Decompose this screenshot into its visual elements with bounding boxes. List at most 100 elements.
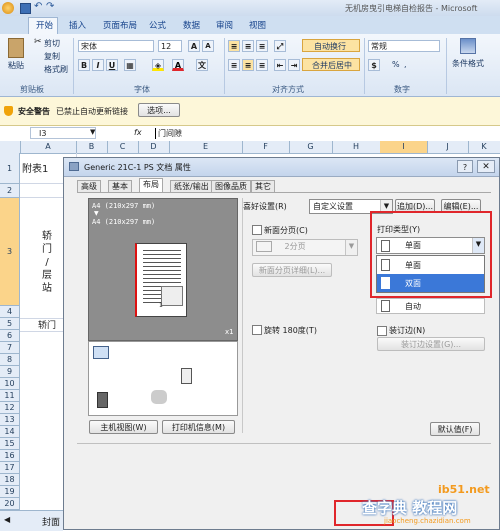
title-bar: ↶ ↷ 无机房曳引电梯自检报告 - Microsoft [0,0,500,16]
name-box[interactable]: I3 [30,127,96,139]
column-header[interactable]: H [332,141,381,153]
cell-a3[interactable]: 轿 门 / 层 站 [42,230,52,295]
bold-button[interactable]: B [78,59,90,71]
copy-button[interactable]: 复制 [44,51,60,62]
undo-icon[interactable]: ↶ [34,1,42,12]
row-header[interactable]: 16 [0,450,20,462]
ribbon: 粘贴 剪切 复制 格式刷 ✂ 剪贴板 宋体 12 A A B I U ▦ ◈ A… [0,34,500,97]
tab-data[interactable]: 数据 [183,19,200,31]
row-header[interactable]: 9 [0,366,20,378]
printer-view-button[interactable]: 主机视图(W) [89,420,158,434]
sheet-nav-icon[interactable]: ◀ [4,515,10,524]
tab-formulas[interactable]: 公式 [149,19,166,31]
save-icon[interactable] [20,3,31,14]
row-header[interactable]: 17 [0,462,20,474]
shrink-font-icon[interactable]: A [202,40,214,52]
row-header[interactable]: 6 [0,330,20,342]
font-color-icon[interactable]: A [172,59,184,71]
close-icon[interactable]: ✕ [477,160,495,173]
italic-button[interactable]: I [92,59,104,71]
row-header[interactable]: 13 [0,414,20,426]
tab-view[interactable]: 视图 [249,19,266,31]
align-top-icon[interactable]: ≡ [228,40,240,52]
column-header[interactable]: F [242,141,290,153]
currency-icon[interactable]: $ [368,59,380,71]
fx-label[interactable]: fx [134,128,142,137]
paste-button[interactable]: 粘贴 [8,60,24,71]
redo-icon[interactable]: ↷ [46,1,54,12]
column-header[interactable]: A [20,141,77,153]
align-right-icon[interactable]: ≡ [256,59,268,71]
column-header[interactable]: I [380,141,428,153]
conditional-format-icon[interactable] [460,38,476,54]
column-header[interactable]: D [138,141,170,153]
row-header[interactable]: 3 [0,198,20,306]
default-button[interactable]: 默认值(F) [430,422,480,436]
indent-increase-icon[interactable]: ⇥ [288,59,300,71]
column-header[interactable]: J [427,141,469,153]
row-header[interactable]: 18 [0,474,20,486]
security-options-button[interactable]: 选项... [138,103,180,117]
office-logo-icon[interactable] [2,2,14,14]
align-center-icon[interactable]: ≡ [242,59,254,71]
font-size-select[interactable]: 12 [158,40,182,52]
row-header[interactable]: 12 [0,402,20,414]
percent-button[interactable]: % [392,60,400,69]
indent-decrease-icon[interactable]: ⇤ [274,59,286,71]
cell-a5[interactable]: 轿门 [38,318,56,331]
orientation-icon[interactable]: ⤢ [274,40,286,52]
phonetic-icon[interactable]: 文 [196,59,208,71]
column-header[interactable]: K [468,141,500,153]
select-all-corner[interactable] [0,141,21,153]
row-header[interactable]: 20 [0,498,20,510]
printer-info-button[interactable]: 打印机信息(M) [162,420,235,434]
grow-font-icon[interactable]: A [188,40,200,52]
printer-properties-dialog: Generic 21C-1 PS 文档 属性 ? ✕ 高级 基本 布局 纸张/输… [63,157,500,530]
tab-layout[interactable]: 布局 [139,178,163,193]
cell-a1[interactable]: 附表1 [22,160,48,175]
help-button[interactable]: ? [457,160,473,173]
tab-home-label[interactable]: 开始 [36,19,53,31]
align-middle-icon[interactable]: ≡ [242,40,254,52]
name-box-dropdown-icon[interactable]: ▼ [90,128,95,136]
column-header[interactable]: E [169,141,243,153]
row-header[interactable]: 7 [0,342,20,354]
column-header[interactable]: B [76,141,108,153]
new-page-checkbox[interactable] [252,225,262,235]
rotate-checkbox[interactable] [252,325,262,335]
paste-icon[interactable] [8,38,24,58]
formula-bar: I3 ▼ fx 门间隙 [0,126,500,142]
fill-color-icon[interactable]: ◈ [152,59,164,71]
cut-button[interactable]: 剪切 [44,38,60,49]
binding-checkbox[interactable] [377,326,387,336]
row-header[interactable]: 14 [0,426,20,438]
tab-insert[interactable]: 插入 [69,19,86,31]
conditional-format-button[interactable]: 条件格式 [452,58,484,69]
sheet-tab[interactable]: 封面 [42,515,60,528]
row-header[interactable]: 5 [0,318,20,330]
row-header[interactable]: 8 [0,354,20,366]
borders-icon[interactable]: ▦ [124,59,136,71]
row-header[interactable]: 11 [0,390,20,402]
column-header[interactable]: C [107,141,139,153]
formula-content[interactable]: 门间隙 [155,128,182,139]
wrap-text-label: 自动换行 [314,42,346,51]
row-header[interactable]: 10 [0,378,20,390]
row-header[interactable]: 15 [0,438,20,450]
align-left-icon[interactable]: ≡ [228,59,240,71]
row-header[interactable]: 1 [0,153,20,184]
underline-button[interactable]: U [106,59,118,71]
new-page-label: 新面分页(C) [264,226,308,235]
column-header[interactable]: G [289,141,333,153]
row-header[interactable]: 19 [0,486,20,498]
tab-review[interactable]: 审阅 [216,19,233,31]
comma-button[interactable]: , [404,60,407,69]
row-header[interactable]: 4 [0,306,20,318]
format-painter-button[interactable]: 格式刷 [44,64,68,75]
preview-output-size: A4 (210x297 mm) [92,218,156,226]
number-format-select[interactable]: 常规 [368,40,440,52]
align-bottom-icon[interactable]: ≡ [256,40,268,52]
font-name-select[interactable]: 宋体 [78,40,154,52]
tab-page-layout[interactable]: 页面布局 [103,19,137,31]
row-header[interactable]: 2 [0,184,20,198]
